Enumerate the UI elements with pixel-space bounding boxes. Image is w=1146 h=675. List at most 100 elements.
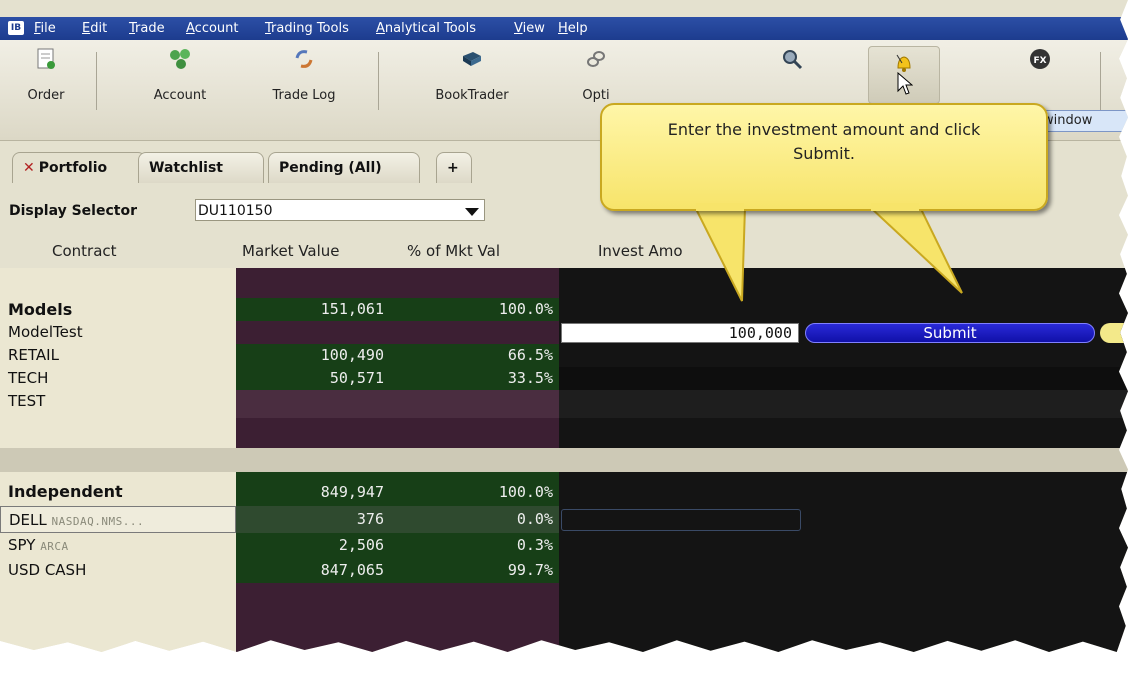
contract-cell: Independent — [0, 472, 236, 506]
menu-file[interactable]: File — [34, 21, 56, 36]
invest-amount-input[interactable]: 100,000 — [561, 323, 799, 343]
account-button[interactable]: Account — [140, 48, 220, 103]
menu-view[interactable]: View — [514, 21, 545, 36]
booktrader-button[interactable]: BookTrader — [412, 48, 532, 103]
menu-bar: IB File Edit Trade Account Trading Tools… — [0, 17, 1128, 40]
table-row[interactable]: SPY ARCA 2,506 0.3% — [0, 533, 1128, 558]
contract-cell: ModelTest — [0, 321, 236, 344]
market-value-cell: 151,061 — [236, 298, 396, 321]
invest-amount-cell[interactable] — [561, 509, 801, 531]
order-button[interactable]: Order — [14, 48, 78, 103]
tws-window: IB File Edit Trade Account Trading Tools… — [0, 0, 1128, 652]
tab-pending-label: Pending (All) — [279, 160, 382, 176]
pct-mkt-val-cell: 0.3% — [396, 533, 559, 558]
pct-mkt-val-cell — [396, 390, 559, 418]
market-value-cell: 2,506 — [236, 533, 396, 558]
table-row — [0, 418, 1128, 448]
order-icon — [37, 48, 55, 69]
submit-button[interactable]: Submit — [805, 323, 1095, 343]
portfolio-grid: Models 151,061 100.0% ModelTest 100,000 … — [0, 268, 1128, 652]
pct-mkt-val-cell: 100.0% — [396, 472, 559, 506]
tip-callout: Enter the investment amount and click Su… — [600, 103, 1048, 302]
trade-log-label: Trade Log — [272, 88, 336, 103]
tab-watchlist-label: Watchlist — [149, 160, 223, 176]
close-tab-icon[interactable]: ✕ — [23, 160, 35, 176]
table-row[interactable]: Independent 849,947 100.0% — [0, 472, 1128, 506]
fx-button[interactable]: FX — [1018, 48, 1062, 88]
fx-icon: FX — [1030, 49, 1050, 69]
pct-mkt-val-cell: 99.7% — [396, 558, 559, 583]
option-icon — [587, 51, 605, 67]
market-value-cell: 50,571 — [236, 367, 396, 390]
account-icon — [170, 49, 190, 69]
display-selector-dropdown[interactable]: DU110150 — [195, 199, 485, 221]
display-selector-value: DU110150 — [198, 203, 273, 219]
callout-line-2: Submit. — [793, 144, 855, 163]
table-row[interactable]: TECH 50,571 33.5% — [0, 367, 1128, 390]
booktrader-icon — [463, 52, 481, 66]
market-value-cell: 100,490 — [236, 344, 396, 367]
group-separator — [0, 448, 1128, 472]
pct-mkt-val-cell — [396, 321, 559, 344]
symbol-text: DELL — [9, 511, 47, 529]
table-row[interactable]: RETAIL 100,490 66.5% — [0, 344, 1128, 367]
table-row[interactable]: DELL NASDAQ.NMS... 376 0.0% — [0, 506, 1128, 533]
table-row[interactable]: ModelTest 100,000 Submit — [0, 321, 1128, 344]
exchange-text: NASDAQ.NMS... — [51, 515, 145, 528]
market-value-cell — [236, 321, 396, 344]
market-value-cell — [236, 390, 396, 418]
add-tab-button[interactable]: + — [436, 152, 472, 183]
ib-logo-icon: IB — [8, 21, 24, 35]
column-header-contract[interactable]: Contract — [52, 242, 117, 260]
menu-analytical-tools[interactable]: Analytical Tools — [376, 21, 476, 36]
menu-account[interactable]: Account — [186, 21, 239, 36]
pct-mkt-val-cell: 66.5% — [396, 344, 559, 367]
menu-help[interactable]: Help — [558, 21, 588, 36]
column-header-market-value[interactable]: Market Value — [242, 242, 340, 260]
menu-trade[interactable]: Trade — [129, 21, 165, 36]
tab-watchlist[interactable]: Watchlist — [138, 152, 264, 183]
contract-cell: Models — [0, 298, 236, 321]
booktrader-label: BookTrader — [435, 88, 509, 103]
mouse-cursor-icon — [897, 72, 913, 95]
tab-portfolio-label: Portfolio — [38, 160, 108, 176]
market-value-cell: 847,065 — [236, 558, 396, 583]
toolbar-divider — [1100, 52, 1101, 110]
column-header-pct-mkt-val[interactable]: % of Mkt Val — [407, 242, 500, 260]
search-button[interactable] — [770, 48, 814, 88]
trade-log-button[interactable]: Trade Log — [258, 48, 350, 103]
add-tab-icon: + — [447, 160, 459, 176]
pct-mkt-val-cell: 0.0% — [396, 506, 559, 533]
callout-line-1: Enter the investment amount and click — [667, 120, 981, 139]
window-tooltip: window — [1040, 110, 1128, 132]
svg-text:FX: FX — [1033, 56, 1046, 66]
pct-mkt-val-cell: 33.5% — [396, 367, 559, 390]
trade-log-icon — [295, 50, 313, 68]
status-indicator — [1100, 323, 1128, 343]
tab-pending[interactable]: Pending (All) — [268, 152, 420, 183]
table-row[interactable]: USD CASH 847,065 99.7% — [0, 558, 1128, 583]
option-trader-button[interactable]: Opti — [566, 48, 626, 103]
exchange-text: ARCA — [40, 540, 69, 553]
order-label: Order — [27, 88, 65, 103]
tab-portfolio[interactable]: ✕ Portfolio — [12, 152, 146, 183]
display-selector-label: Display Selector — [9, 203, 137, 219]
menu-trading-tools[interactable]: Trading Tools — [265, 21, 349, 36]
callout-text: Enter the investment amount and click Su… — [610, 118, 1038, 166]
chevron-down-icon[interactable] — [465, 208, 479, 216]
pct-mkt-val-cell: 100.0% — [396, 298, 559, 321]
contract-cell: DELL NASDAQ.NMS... — [0, 506, 236, 533]
option-label: Opti — [582, 88, 610, 103]
account-label: Account — [153, 88, 207, 103]
contract-cell: SPY ARCA — [0, 533, 236, 558]
search-icon — [783, 50, 803, 70]
toolbar-divider — [378, 52, 379, 110]
table-row[interactable]: TEST — [0, 390, 1128, 418]
table-row — [0, 583, 1128, 652]
contract-cell: RETAIL — [0, 344, 236, 367]
toolbar-divider — [96, 52, 97, 110]
market-value-cell: 849,947 — [236, 472, 396, 506]
contract-cell: TEST — [0, 390, 236, 418]
menu-edit[interactable]: Edit — [82, 21, 107, 36]
market-value-cell: 376 — [236, 506, 396, 533]
